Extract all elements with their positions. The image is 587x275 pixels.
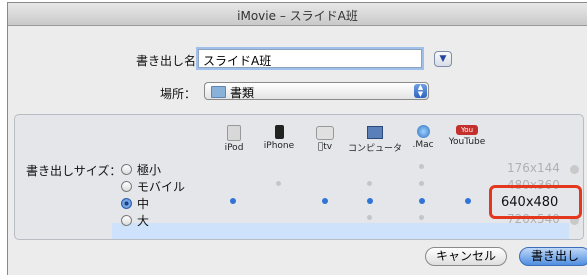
youtube-icon: You Tube: [456, 125, 478, 144]
device-column-computer: コンピュータ: [342, 126, 408, 154]
window-title: iMovie – スライドA班: [237, 9, 358, 23]
compat-dot: [419, 181, 424, 186]
size-label-mobile: モバイル: [137, 180, 186, 194]
device-column-ipod: iPod: [211, 125, 257, 153]
size-label-medium: 中: [137, 197, 150, 211]
device-column-youtube: You Tube YouTube: [448, 125, 486, 147]
info-icon[interactable]: [570, 165, 579, 174]
compat-dot: [465, 198, 471, 204]
selected-row-highlight: [112, 223, 569, 239]
export-size-label: 書き出しサイズ：: [26, 164, 122, 178]
compat-dot: [367, 198, 373, 204]
apple-tv-icon: [316, 126, 334, 140]
size-radio-mobile[interactable]: [121, 181, 132, 192]
size-label-large: 大: [137, 214, 150, 228]
compat-dot: [276, 181, 281, 186]
device-column-dotmac: .Mac: [400, 125, 446, 150]
export-button[interactable]: 書き出し: [519, 247, 587, 266]
device-column-iphone: iPhone: [256, 125, 302, 151]
updown-arrows-icon: ▲ ▼: [414, 84, 427, 98]
compat-dot: [367, 215, 372, 220]
location-value: 書類: [230, 86, 255, 100]
compat-dot: [367, 181, 372, 186]
ipod-icon: [227, 125, 241, 141]
location-popup[interactable]: 書類 ▲ ▼: [204, 82, 429, 100]
compat-dot: [419, 164, 424, 169]
size-radio-tiny[interactable]: [121, 164, 132, 175]
export-name-field[interactable]: スライドA班: [198, 49, 422, 68]
resolution-tiny: 176x144: [507, 161, 560, 175]
folder-icon: [211, 86, 226, 98]
highlight-annotation-box: [489, 185, 582, 219]
compat-dot: [230, 198, 236, 204]
location-label: 場所：: [160, 87, 197, 101]
size-radio-large[interactable]: [121, 215, 132, 226]
compat-dot: [419, 215, 424, 220]
size-radio-medium[interactable]: [121, 198, 132, 209]
dotmac-icon: [416, 125, 430, 138]
cancel-button[interactable]: キャンセル: [425, 247, 507, 266]
computer-icon: [367, 126, 383, 139]
compat-dot: [322, 198, 328, 204]
chevron-down-icon: ▼: [439, 54, 447, 64]
compat-dot: [419, 198, 425, 204]
size-label-tiny: 極小: [137, 163, 162, 177]
iphone-icon: [274, 125, 284, 139]
title-bar: iMovie – スライドA班: [8, 3, 587, 26]
expand-disclosure-button[interactable]: ▼: [434, 51, 452, 67]
